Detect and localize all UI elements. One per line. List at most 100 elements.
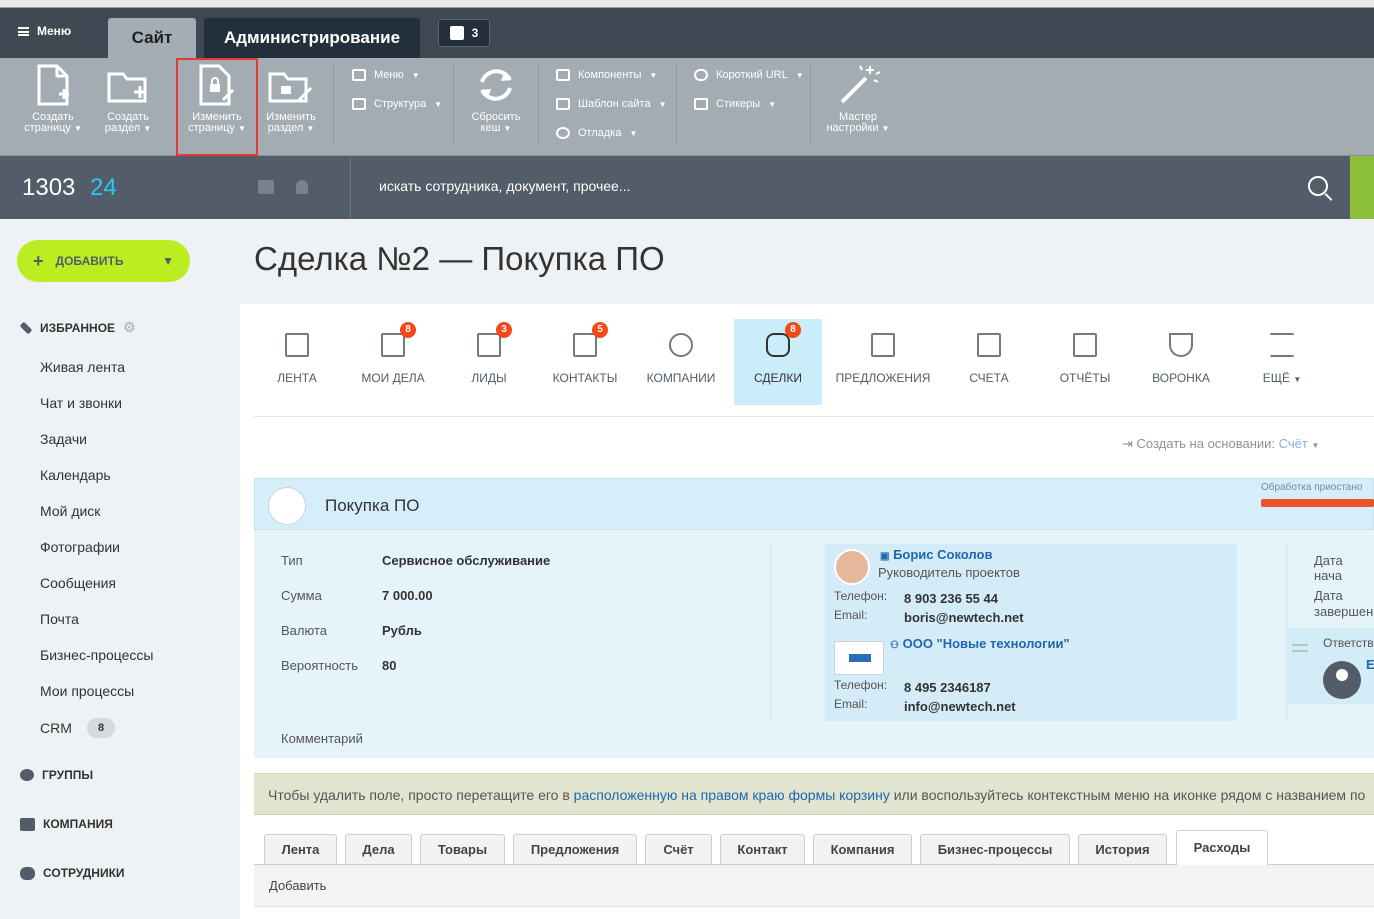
tab-bottom-company[interactable]: Компания [813, 834, 912, 864]
reset-cache-button[interactable]: Сбросить кеш ▼ [461, 64, 531, 134]
contact-name[interactable]: ▣ Борис Соколов [880, 547, 992, 562]
edit-folder-icon [268, 72, 313, 103]
people-icon [669, 333, 693, 357]
sidebar-item-messages[interactable]: Сообщения [40, 575, 116, 591]
add-row [254, 865, 1374, 907]
leads-icon [477, 333, 501, 357]
deal-stage-bar[interactable] [1261, 499, 1374, 507]
add-button[interactable]: + ДОБАВИТЬ ▼ [17, 240, 190, 282]
tab-label: СЧЕТА [969, 371, 1009, 385]
field-label-comment: Комментарий [281, 731, 363, 746]
menu-dropdown[interactable]: Меню ▼ [352, 69, 420, 81]
tab-site[interactable]: Сайт [108, 18, 196, 58]
employees-label: СОТРУДНИКИ [43, 866, 125, 880]
user-avatar-icon [1323, 661, 1361, 699]
contact-email[interactable]: boris@newtech.net [904, 610, 1024, 625]
tab-leads[interactable]: 3 ЛИДЫ [445, 319, 533, 405]
sidebar-section-favorites[interactable]: ИЗБРАННОЕ ⚙ [19, 319, 136, 336]
sidebar-item-chat[interactable]: Чат и звонки [40, 395, 122, 411]
end-date-label-2: завершени [1314, 604, 1374, 619]
toolbar-divider [676, 64, 677, 144]
tab-bottom-contact[interactable]: Контакт [720, 834, 805, 864]
tab-administration[interactable]: Администрирование [204, 18, 420, 58]
toolbar-divider [538, 64, 539, 144]
sidebar-section-groups[interactable]: ГРУППЫ [20, 768, 93, 782]
search-input[interactable]: искать сотрудника, документ, прочее... [379, 178, 631, 194]
bell-icon[interactable] [296, 180, 308, 194]
notice-link[interactable]: расположенную на правом краю формы корзи… [574, 787, 890, 803]
tab-contacts[interactable]: 5 КОНТАКТЫ [541, 319, 629, 405]
sidebar-item-bizproc[interactable]: Бизнес-процессы [40, 647, 153, 663]
sidebar-item-feed[interactable]: Живая лента [40, 359, 125, 375]
company-phone[interactable]: 8 495 2346187 [904, 680, 991, 695]
tab-companies[interactable]: КОМПАНИИ [637, 319, 725, 405]
contact-avatar [834, 549, 870, 585]
sidebar-item-calendar[interactable]: Календарь [40, 467, 111, 483]
clock-minutes: 24 [90, 174, 117, 201]
tab-funnel[interactable]: ВОРОНКА [1137, 319, 1225, 405]
sidebar-item-photos[interactable]: Фотографии [40, 539, 120, 555]
link-icon [694, 69, 708, 81]
create-section-button[interactable]: Создать раздел ▼ [93, 64, 163, 134]
tab-label: КОМПАНИИ [646, 371, 716, 385]
tab-deals[interactable]: 8 СДЕЛКИ [734, 319, 822, 405]
drag-handle-icon[interactable] [1292, 644, 1308, 652]
tab-bottom-quotes[interactable]: Предложения [513, 834, 637, 864]
company-email[interactable]: info@newtech.net [904, 699, 1016, 714]
admin-notifications-button[interactable]: 3 [438, 19, 490, 47]
tab-bottom-bizproc[interactable]: Бизнес-процессы [920, 834, 1070, 864]
toolbar-divider [453, 64, 454, 144]
create-on-basis[interactable]: ⇥ Создать на основании: Счёт ▼ [1122, 436, 1319, 452]
tab-label: КОНТАКТЫ [552, 371, 618, 385]
setup-wizard-button[interactable]: Мастер настройки ▼ [823, 64, 893, 134]
handshake-icon [268, 487, 306, 525]
tab-badge: 8 [400, 322, 416, 338]
list-icon [352, 69, 366, 81]
tab-bottom-products[interactable]: Товары [420, 834, 505, 864]
tab-my-activities[interactable]: 8 МОИ ДЕЛА [349, 319, 437, 405]
sidebar-section-employees[interactable]: СОТРУДНИКИ [20, 866, 125, 880]
responsible-name[interactable]: Е [1366, 657, 1374, 672]
tab-bottom-feed[interactable]: Лента [264, 834, 337, 864]
tab-feed[interactable]: ЛЕНТА [253, 319, 341, 405]
company-name[interactable]: ⚇ ООО "Новые технологии" [890, 636, 1070, 651]
tab-bottom-history[interactable]: История [1078, 834, 1167, 864]
end-date-label-1: Дата [1314, 588, 1343, 603]
tab-reports[interactable]: ОТЧЁТЫ [1041, 319, 1129, 405]
admin-menu-button[interactable]: Меню [18, 24, 71, 38]
sidebar-item-my-processes[interactable]: Мои процессы [40, 683, 134, 699]
sidebar-item-crm[interactable]: CRM [40, 720, 72, 736]
tab-bottom-invoice[interactable]: Счёт [645, 834, 712, 864]
sidebar-item-mail[interactable]: Почта [40, 611, 79, 627]
create-page-label-2: страницу ▼ [24, 122, 82, 134]
tab-badge: 3 [496, 322, 512, 338]
gear-icon[interactable]: ⚙ [123, 319, 136, 336]
search-icon[interactable] [1308, 176, 1328, 196]
short-url-dropdown[interactable]: Короткий URL ▼ [694, 69, 804, 81]
structure-dropdown[interactable]: Структура ▼ [352, 98, 442, 110]
create-page-button[interactable]: Создать страницу ▼ [18, 64, 88, 134]
tab-bottom-activities[interactable]: Дела [345, 834, 412, 864]
components-dropdown[interactable]: Компоненты ▼ [556, 69, 657, 81]
contact-phone[interactable]: 8 903 236 55 44 [904, 591, 998, 606]
stickers-dropdown[interactable]: Стикеры ▼ [694, 98, 776, 110]
tab-bottom-expenses[interactable]: Расходы [1176, 830, 1268, 865]
debug-dropdown[interactable]: Отладка ▼ [556, 127, 637, 139]
add-link[interactable]: Добавить [269, 878, 326, 893]
tab-quotes[interactable]: ПРЕДЛОЖЕНИЯ [833, 319, 933, 405]
company-label: КОМПАНИЯ [43, 817, 113, 831]
sidebar-section-company[interactable]: КОМПАНИЯ [20, 817, 113, 831]
site-template-dropdown[interactable]: Шаблон сайта ▼ [556, 98, 667, 110]
reset-cache-label-2: кеш ▼ [480, 122, 512, 134]
edit-section-button[interactable]: Изменить раздел ▼ [256, 64, 326, 134]
sidebar-item-disk[interactable]: Мой диск [40, 503, 100, 519]
checklist-icon [381, 333, 405, 357]
tab-invoices[interactable]: СЧЕТА [945, 319, 1033, 405]
tab-more[interactable]: ЕЩЁ ▼ [1238, 319, 1326, 405]
sidebar-item-tasks[interactable]: Задачи [40, 431, 87, 447]
tab-label: ЛЕНТА [277, 371, 317, 385]
field-label-currency: Валюта [281, 623, 327, 638]
refresh-icon [480, 69, 512, 101]
chat-icon[interactable] [258, 180, 274, 194]
create-basis-value[interactable]: Счёт [1279, 436, 1308, 451]
